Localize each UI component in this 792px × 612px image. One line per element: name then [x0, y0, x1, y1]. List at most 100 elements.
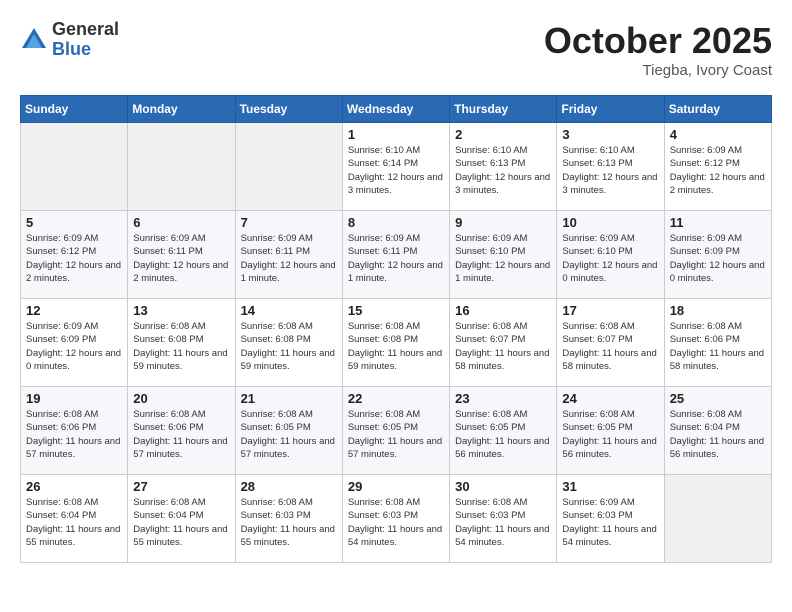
calendar-cell: 4 Sunrise: 6:09 AM Sunset: 6:12 PM Daylig… [664, 123, 771, 211]
day-number: 17 [562, 303, 658, 318]
calendar-cell: 16Sunrise: 6:08 AM Sunset: 6:07 PM Dayli… [450, 299, 557, 387]
day-number: 25 [670, 391, 766, 406]
day-number: 22 [348, 391, 444, 406]
calendar-cell: 10 Sunrise: 6:09 AM Sunset: 6:10 PM Dayli… [557, 211, 664, 299]
calendar-cell: 17 Sunrise: 6:08 AM Sunset: 6:07 PM Dayli… [557, 299, 664, 387]
day-number: 4 [670, 127, 766, 142]
calendar-cell: 1Sunrise: 6:10 AM Sunset: 6:14 PM Daylig… [342, 123, 449, 211]
day-number: 3 [562, 127, 658, 142]
day-info: Sunrise: 6:09 AM Sunset: 6:11 PM Dayligh… [241, 232, 337, 285]
calendar-cell: 14 Sunrise: 6:08 AM Sunset: 6:08 PM Dayli… [235, 299, 342, 387]
day-number: 19 [26, 391, 122, 406]
title-block: October 2025 Tiegba, Ivory Coast [544, 20, 772, 79]
logo-icon [20, 26, 48, 54]
day-info: Sunrise: 6:09 AM Sunset: 6:10 PM Dayligh… [562, 232, 658, 285]
day-number: 5 [26, 215, 122, 230]
day-number: 28 [241, 479, 337, 494]
calendar-cell: 18 Sunrise: 6:08 AM Sunset: 6:06 PM Dayli… [664, 299, 771, 387]
day-number: 23 [455, 391, 551, 406]
logo-blue-text: Blue [52, 40, 119, 60]
column-header-wednesday: Wednesday [342, 96, 449, 123]
calendar-cell: 26 Sunrise: 6:08 AM Sunset: 6:04 PM Dayli… [21, 475, 128, 563]
column-header-saturday: Saturday [664, 96, 771, 123]
location-subtitle: Tiegba, Ivory Coast [544, 62, 772, 79]
calendar-cell: 15 Sunrise: 6:08 AM Sunset: 6:08 PM Dayli… [342, 299, 449, 387]
day-number: 27 [133, 479, 229, 494]
calendar-cell: 25Sunrise: 6:08 AM Sunset: 6:04 PM Dayli… [664, 387, 771, 475]
calendar-cell: 8 Sunrise: 6:09 AM Sunset: 6:11 PM Daylig… [342, 211, 449, 299]
column-header-thursday: Thursday [450, 96, 557, 123]
day-info: Sunrise: 6:08 AM Sunset: 6:03 PM Dayligh… [241, 496, 337, 549]
day-info: Sunrise: 6:08 AM Sunset: 6:06 PM Dayligh… [670, 320, 766, 373]
day-info: Sunrise: 6:08 AM Sunset: 6:04 PM Dayligh… [133, 496, 229, 549]
calendar-cell: 9Sunrise: 6:09 AM Sunset: 6:10 PM Daylig… [450, 211, 557, 299]
day-info: Sunrise: 6:08 AM Sunset: 6:03 PM Dayligh… [455, 496, 551, 549]
day-info: Sunrise: 6:08 AM Sunset: 6:05 PM Dayligh… [562, 408, 658, 461]
column-header-monday: Monday [128, 96, 235, 123]
calendar-header-row: SundayMondayTuesdayWednesdayThursdayFrid… [21, 96, 772, 123]
day-number: 7 [241, 215, 337, 230]
day-info: Sunrise: 6:08 AM Sunset: 6:05 PM Dayligh… [348, 408, 444, 461]
day-info: Sunrise: 6:08 AM Sunset: 6:07 PM Dayligh… [562, 320, 658, 373]
day-number: 14 [241, 303, 337, 318]
calendar-cell [128, 123, 235, 211]
day-number: 12 [26, 303, 122, 318]
logo-general-text: General [52, 20, 119, 40]
day-info: Sunrise: 6:08 AM Sunset: 6:04 PM Dayligh… [26, 496, 122, 549]
day-info: Sunrise: 6:09 AM Sunset: 6:09 PM Dayligh… [670, 232, 766, 285]
calendar-week-row: 19 Sunrise: 6:08 AM Sunset: 6:06 PM Dayli… [21, 387, 772, 475]
day-number: 9 [455, 215, 551, 230]
calendar-week-row: 26 Sunrise: 6:08 AM Sunset: 6:04 PM Dayli… [21, 475, 772, 563]
day-info: Sunrise: 6:08 AM Sunset: 6:05 PM Dayligh… [455, 408, 551, 461]
day-number: 29 [348, 479, 444, 494]
day-number: 15 [348, 303, 444, 318]
day-info: Sunrise: 6:10 AM Sunset: 6:14 PM Dayligh… [348, 144, 444, 197]
month-title: October 2025 [544, 20, 772, 62]
calendar-cell: 27 Sunrise: 6:08 AM Sunset: 6:04 PM Dayli… [128, 475, 235, 563]
day-info: Sunrise: 6:08 AM Sunset: 6:08 PM Dayligh… [241, 320, 337, 373]
calendar-cell: 24 Sunrise: 6:08 AM Sunset: 6:05 PM Dayli… [557, 387, 664, 475]
day-number: 31 [562, 479, 658, 494]
day-info: Sunrise: 6:10 AM Sunset: 6:13 PM Dayligh… [455, 144, 551, 197]
calendar-week-row: 12 Sunrise: 6:09 AM Sunset: 6:09 PM Dayli… [21, 299, 772, 387]
day-info: Sunrise: 6:09 AM Sunset: 6:11 PM Dayligh… [348, 232, 444, 285]
calendar-cell: 7 Sunrise: 6:09 AM Sunset: 6:11 PM Daylig… [235, 211, 342, 299]
calendar-cell: 5Sunrise: 6:09 AM Sunset: 6:12 PM Daylig… [21, 211, 128, 299]
calendar-cell: 31Sunrise: 6:09 AM Sunset: 6:03 PM Dayli… [557, 475, 664, 563]
day-info: Sunrise: 6:08 AM Sunset: 6:05 PM Dayligh… [241, 408, 337, 461]
day-info: Sunrise: 6:08 AM Sunset: 6:08 PM Dayligh… [348, 320, 444, 373]
day-info: Sunrise: 6:09 AM Sunset: 6:09 PM Dayligh… [26, 320, 122, 373]
day-number: 24 [562, 391, 658, 406]
day-number: 18 [670, 303, 766, 318]
day-info: Sunrise: 6:08 AM Sunset: 6:06 PM Dayligh… [26, 408, 122, 461]
calendar-cell: 21Sunrise: 6:08 AM Sunset: 6:05 PM Dayli… [235, 387, 342, 475]
day-number: 8 [348, 215, 444, 230]
day-info: Sunrise: 6:08 AM Sunset: 6:03 PM Dayligh… [348, 496, 444, 549]
calendar-cell: 23 Sunrise: 6:08 AM Sunset: 6:05 PM Dayli… [450, 387, 557, 475]
calendar-cell: 20 Sunrise: 6:08 AM Sunset: 6:06 PM Dayli… [128, 387, 235, 475]
day-number: 30 [455, 479, 551, 494]
day-number: 6 [133, 215, 229, 230]
calendar-week-row: 1Sunrise: 6:10 AM Sunset: 6:14 PM Daylig… [21, 123, 772, 211]
day-info: Sunrise: 6:09 AM Sunset: 6:12 PM Dayligh… [670, 144, 766, 197]
day-number: 26 [26, 479, 122, 494]
day-info: Sunrise: 6:09 AM Sunset: 6:11 PM Dayligh… [133, 232, 229, 285]
day-number: 10 [562, 215, 658, 230]
column-header-friday: Friday [557, 96, 664, 123]
calendar-cell [664, 475, 771, 563]
day-number: 2 [455, 127, 551, 142]
calendar-cell: 11 Sunrise: 6:09 AM Sunset: 6:09 PM Dayli… [664, 211, 771, 299]
day-number: 11 [670, 215, 766, 230]
calendar-cell: 6 Sunrise: 6:09 AM Sunset: 6:11 PM Daylig… [128, 211, 235, 299]
day-info: Sunrise: 6:08 AM Sunset: 6:08 PM Dayligh… [133, 320, 229, 373]
calendar-cell: 13 Sunrise: 6:08 AM Sunset: 6:08 PM Dayli… [128, 299, 235, 387]
day-info: Sunrise: 6:10 AM Sunset: 6:13 PM Dayligh… [562, 144, 658, 197]
day-number: 20 [133, 391, 229, 406]
calendar-cell: 3 Sunrise: 6:10 AM Sunset: 6:13 PM Daylig… [557, 123, 664, 211]
logo: General Blue [20, 20, 119, 60]
page-header: General Blue October 2025 Tiegba, Ivory … [20, 20, 772, 79]
day-number: 16 [455, 303, 551, 318]
day-number: 13 [133, 303, 229, 318]
column-header-sunday: Sunday [21, 96, 128, 123]
day-info: Sunrise: 6:08 AM Sunset: 6:06 PM Dayligh… [133, 408, 229, 461]
